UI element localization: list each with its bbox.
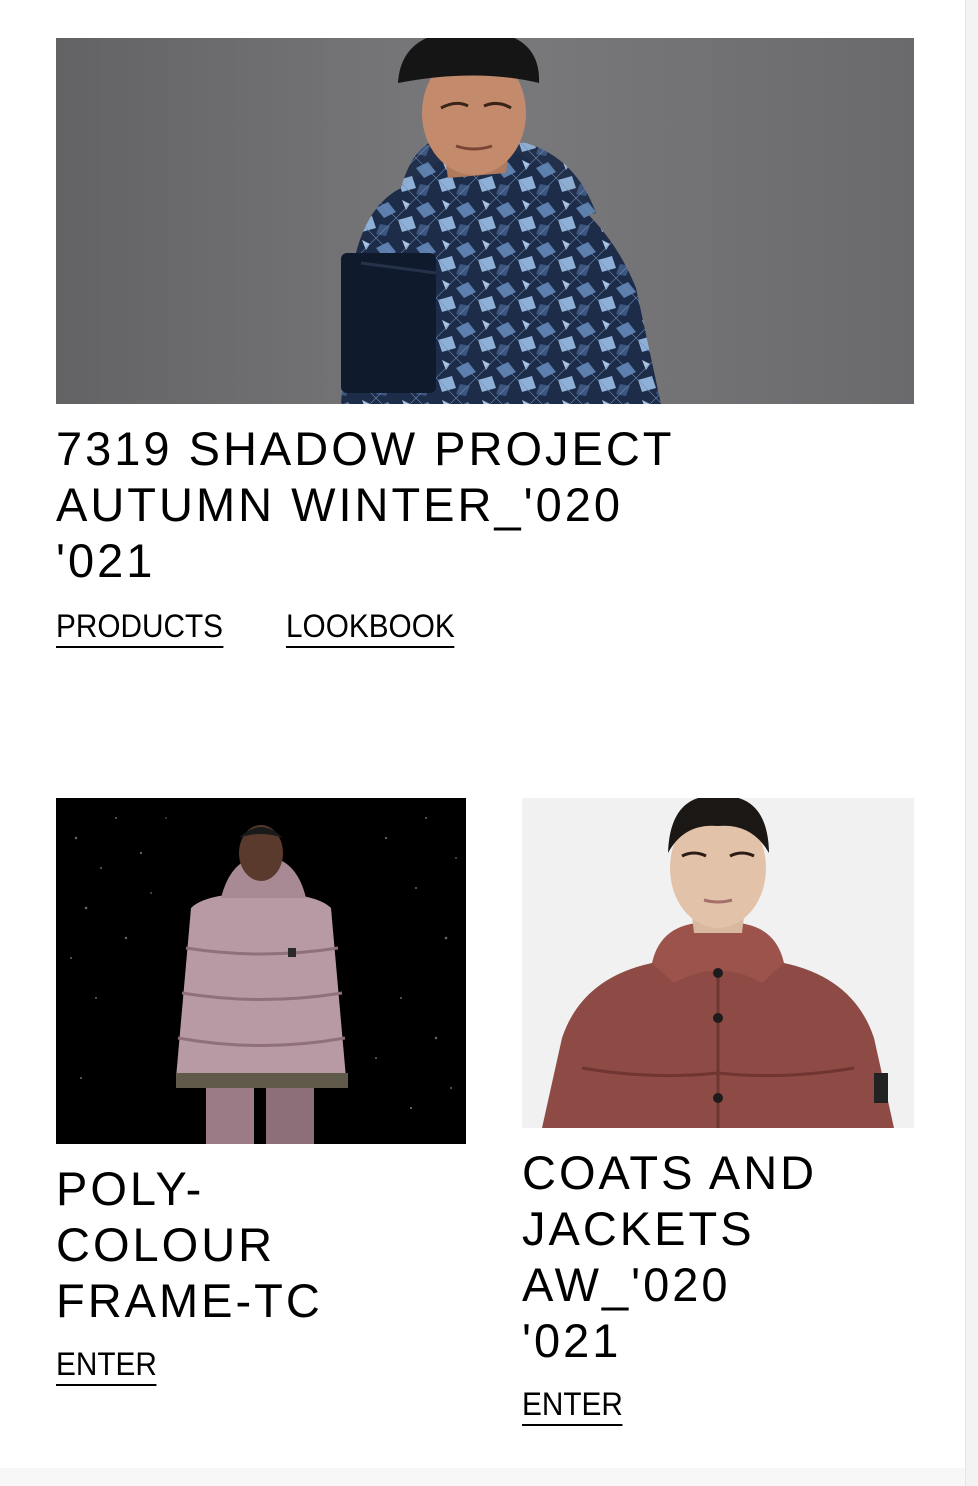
coats-and-jackets-image[interactable] [522, 798, 914, 1128]
hero-campaign-image[interactable] [56, 38, 914, 404]
poly-colour-frame-image[interactable] [56, 798, 466, 1144]
scrollbar-track[interactable] [965, 0, 978, 1486]
hero-title: 7319 SHADOW PROJECT AUTUMN WINTER_'020 '… [56, 422, 675, 587]
coats-and-jackets-title: COATS AND JACKETS AW_'020 '021 [522, 1146, 818, 1367]
poly-colour-enter-link[interactable]: ENTER [56, 1345, 157, 1386]
coats-and-jackets-enter-link[interactable]: ENTER [522, 1385, 623, 1426]
poly-colour-frame-title: POLY- COLOUR FRAME-TC [56, 1162, 323, 1327]
lookbook-link[interactable]: LOOKBOOK [286, 607, 455, 648]
products-link[interactable]: PRODUCTS [56, 607, 223, 648]
page-bottom-edge [0, 1468, 966, 1486]
